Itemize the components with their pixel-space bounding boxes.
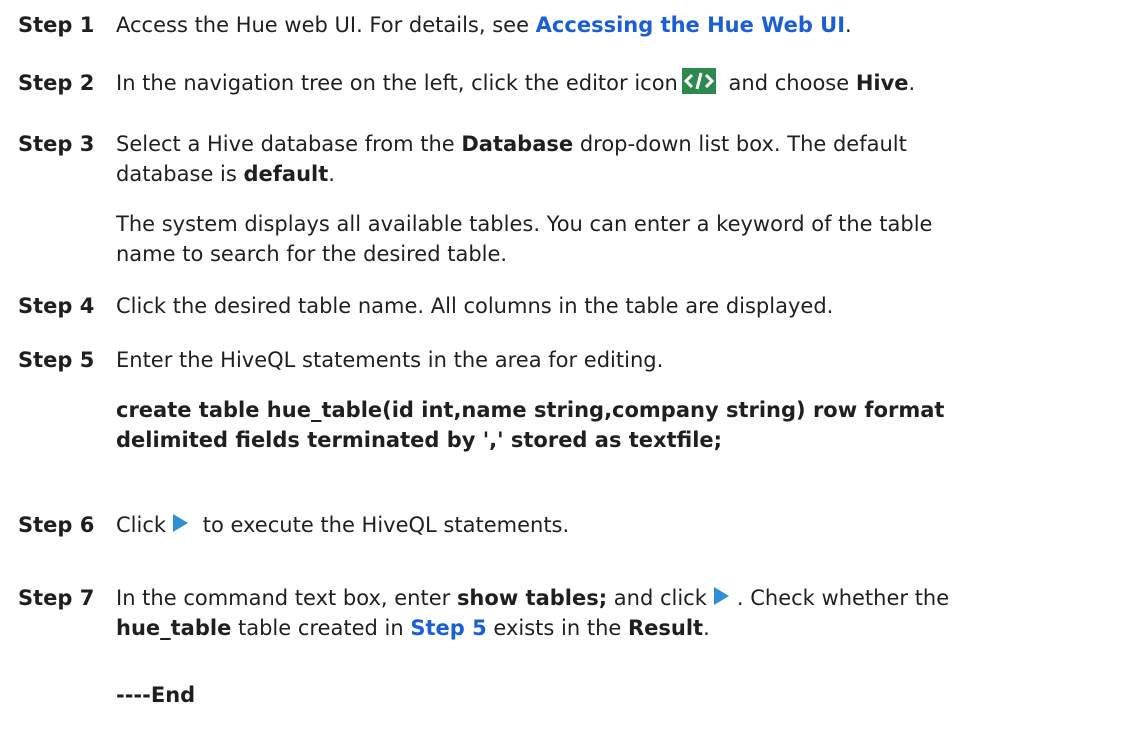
- step-text-line: database is default.: [116, 159, 1106, 189]
- text: to execute the HiveQL statements.: [196, 513, 570, 537]
- step-label: Step 5: [18, 348, 95, 372]
- step-label: Step 2: [18, 71, 95, 95]
- step-text: In the navigation tree on the left, clic…: [116, 68, 1106, 98]
- step-body: In the navigation tree on the left, clic…: [116, 68, 1106, 98]
- step-text: Enter the HiveQL statements in the area …: [116, 348, 664, 372]
- text: .: [703, 616, 710, 640]
- step-body: Click the desired table name. All column…: [116, 291, 1106, 321]
- step-label: Step 1: [18, 13, 95, 37]
- text: . Check whether the: [736, 586, 950, 610]
- text: database is: [116, 162, 244, 186]
- step-body: In the command text box, enter show tabl…: [116, 583, 1106, 643]
- text: drop-down list box. The default: [573, 132, 907, 156]
- step-label: Step 3: [18, 132, 95, 156]
- text: In the command text box, enter: [116, 586, 457, 610]
- step-text-line: In the command text box, enter show tabl…: [116, 583, 1106, 613]
- text: .: [328, 162, 335, 186]
- code-line: delimited fields terminated by ',' store…: [116, 428, 723, 452]
- step-text-line: Select a Hive database from the Database…: [116, 129, 1106, 159]
- step-text: Click the desired table name. All column…: [116, 294, 834, 318]
- result-term: Result: [627, 616, 704, 640]
- text: In the navigation tree on the left, clic…: [116, 71, 678, 95]
- hue-table-term: hue_table: [116, 616, 232, 640]
- step-text: Click to execute the HiveQL statements.: [116, 510, 1106, 540]
- step-paragraph-line: The system displays all available tables…: [116, 212, 933, 236]
- step-text: Access the Hue web UI. For details, see …: [116, 10, 1106, 40]
- hive-term: Hive: [855, 71, 909, 95]
- text: .: [845, 13, 852, 37]
- step-body: Select a Hive database from the Database…: [116, 129, 1106, 269]
- text: table created in: [231, 616, 411, 640]
- text: and click: [607, 586, 707, 610]
- step-paragraph-line: name to search for the desired table.: [116, 242, 508, 266]
- step-label: Step 6: [18, 513, 95, 537]
- step-body: Access the Hue web UI. For details, see …: [116, 10, 1106, 40]
- text: Select a Hive database from the: [116, 132, 462, 156]
- show-tables-command: show tables;: [456, 586, 608, 610]
- step-text-line: hue_table table created in Step 5 exists…: [116, 613, 1106, 643]
- code-editor-icon: [681, 68, 716, 94]
- text: Click: [116, 513, 167, 537]
- text: exists in the: [486, 616, 628, 640]
- text: Access the Hue web UI. For details, see: [116, 13, 536, 37]
- step-body: Click to execute the HiveQL statements.: [116, 510, 1106, 540]
- text: and choose: [721, 71, 856, 95]
- default-term: default: [243, 162, 329, 186]
- step-label: Step 7: [18, 586, 95, 610]
- execute-icon: [170, 512, 190, 534]
- database-term: Database: [461, 132, 574, 156]
- step-body: Enter the HiveQL statements in the area …: [116, 345, 1106, 455]
- step-5-link[interactable]: Step 5: [410, 616, 486, 640]
- execute-icon: [711, 585, 731, 607]
- accessing-hue-web-ui-link[interactable]: Accessing the Hue Web UI: [536, 13, 845, 37]
- step-label: Step 4: [18, 294, 95, 318]
- text: .: [908, 71, 916, 95]
- code-line: create table hue_table(id int,name strin…: [116, 398, 945, 422]
- end-marker: ----End: [116, 683, 196, 707]
